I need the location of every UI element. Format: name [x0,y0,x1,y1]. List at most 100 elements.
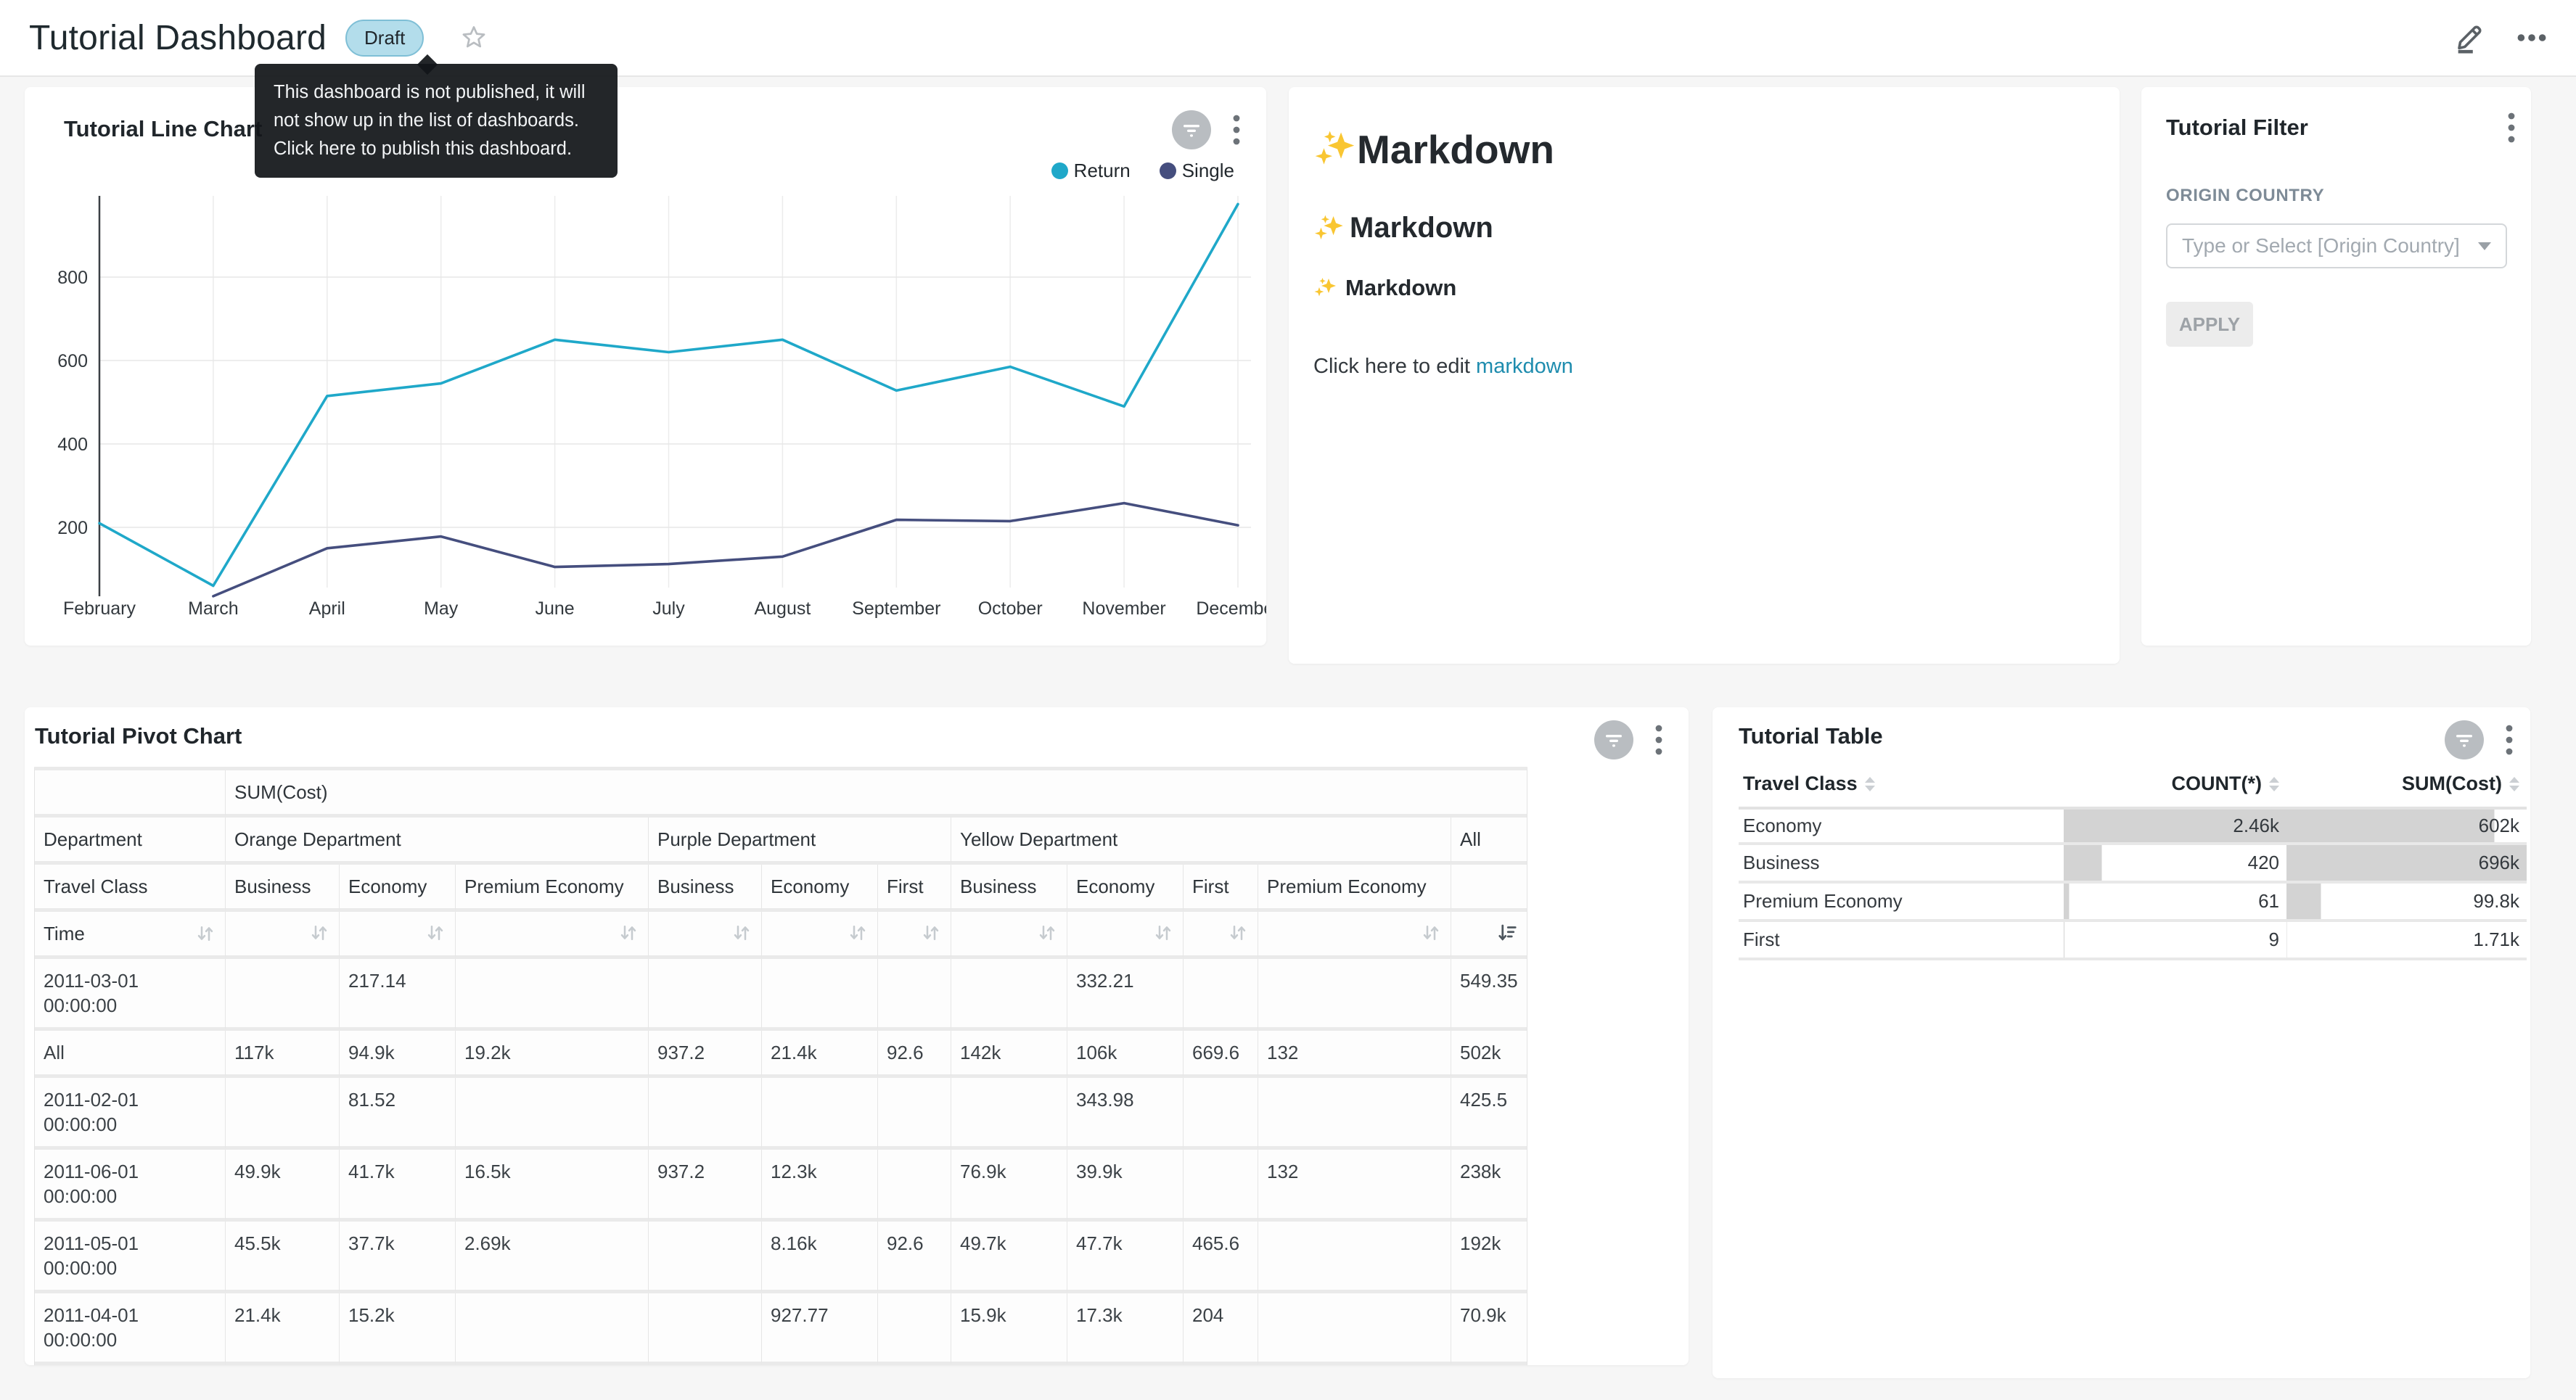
pivot-class-header: Business [951,865,1067,912]
tooltip-line: not show up in the list of dashboards. [274,107,599,135]
pivot-value-cell: 17.3k [1067,1293,1184,1365]
pivot-class-header [1451,865,1527,912]
pivot-value-cell [649,1078,762,1150]
count-cell: 420 [2064,845,2286,884]
pivot-value-cell: 204 [1184,1293,1258,1365]
pivot-value-cell: 465.6 [1184,1222,1258,1293]
pivot-row-header: 2011-02-01 00:00:00 [35,1078,226,1150]
col-header-sum-cost[interactable]: SUM(Cost) [2286,762,2527,807]
filter-card: Tutorial Filter ORIGIN COUNTRY Type or S… [2141,87,2531,646]
pivot-col-sort[interactable] [1067,912,1184,959]
filter-indicator-icon[interactable] [1594,720,1633,759]
more-options-button[interactable] [2515,21,2548,54]
pivot-class-header: First [878,865,951,912]
sort-icon [731,922,752,944]
count-cell: 61 [2064,884,2286,922]
x-axis-label: November [1082,598,1165,619]
x-axis-label: April [309,598,345,619]
pivot-value-cell: 19.2k [456,1031,649,1078]
apply-button[interactable]: APPLY [2166,302,2253,347]
pivot-col-sort[interactable] [226,912,340,959]
count-cell: 9 [2064,922,2286,960]
sort-carets-icon [1865,777,1875,791]
pivot-value-cell [878,1293,951,1365]
sort-icon [194,923,216,944]
pivot-value-cell: 8.16k [762,1222,878,1293]
pivot-col-sort[interactable] [340,912,456,959]
markdown-h1: Markdown [1313,126,2095,173]
origin-country-select[interactable]: Type or Select [Origin Country] [2166,223,2507,268]
pivot-value-cell: 21.4k [762,1031,878,1078]
markdown-card[interactable]: Markdown Markdown Markdown Click here to… [1289,87,2120,664]
pivot-col-sort[interactable] [951,912,1067,959]
status-badge[interactable]: Draft [345,20,424,57]
pivot-row-header: 2011-05-01 00:00:00 [35,1222,226,1293]
markdown-h2: Markdown [1313,212,2095,244]
edit-dashboard-button[interactable] [2453,21,2486,54]
filter-indicator-icon[interactable] [2445,720,2484,759]
pivot-value-cell: 94.9k [340,1031,456,1078]
x-axis-label: July [652,598,685,619]
pivot-value-cell [649,1222,762,1293]
travel-class-cell: Business [1739,845,2064,884]
sort-icon [308,922,330,944]
pivot-value-cell: 238k [1451,1150,1527,1222]
dashboard-page: Tutorial Dashboard Draft This dashboard … [0,0,2576,1400]
publish-tooltip[interactable]: This dashboard is not published, it will… [255,64,618,178]
pivot-class-header: Economy [762,865,878,912]
pivot-row-header: 2011-03-01 00:00:00 [35,959,226,1031]
filter-menu-kebab-icon[interactable] [2506,110,2516,145]
pivot-title: Tutorial Pivot Chart [35,723,242,749]
table-row: Economy2.46k602k [1739,807,2527,845]
sparkles-icon [1313,276,1337,300]
pivot-value-cell: 21.4k [226,1293,340,1365]
sort-icon [1420,922,1442,944]
pivot-col-sort[interactable] [649,912,762,959]
chart-menu-kebab-icon[interactable] [1654,722,1664,757]
chart-menu-kebab-icon[interactable] [2504,722,2514,757]
pivot-value-cell [649,959,762,1031]
pivot-col-sort[interactable] [1184,912,1258,959]
pivot-value-cell [226,1078,340,1150]
pivot-value-cell: 117k [226,1031,340,1078]
pivot-value-cell: 12.3k [762,1150,878,1222]
pivot-group-header: Yellow Department [951,818,1451,865]
table-row: First91.71k [1739,922,2527,960]
filter-title: Tutorial Filter [2166,115,2506,141]
pivot-col-sort[interactable] [456,912,649,959]
pivot-col-sort[interactable] [1451,912,1527,959]
pivot-class-header: Business [649,865,762,912]
pivot-value-cell: 76.9k [951,1150,1067,1222]
pivot-value-cell [1258,1293,1451,1365]
count-cell: 2.46k [2064,807,2286,845]
line-plot[interactable]: 200400600800FebruaryMarchAprilMayJuneJul… [25,87,1266,646]
favorite-star-icon[interactable] [460,24,488,52]
sum-cost-cell: 602k [2286,807,2527,845]
series-line-single[interactable] [213,503,1238,596]
pivot-time-sort[interactable]: Time [35,912,226,959]
pivot-value-cell: 217.14 [340,959,456,1031]
col-header-count[interactable]: COUNT(*) [2064,762,2286,807]
pivot-value-cell [1184,1078,1258,1150]
tooltip-line: Click here to publish this dashboard. [274,135,599,163]
pivot-col-sort[interactable] [1258,912,1451,959]
x-axis-label: October [978,598,1043,619]
pivot-value-cell: 927.77 [762,1293,878,1365]
sum-cost-cell: 1.71k [2286,922,2527,960]
pivot-col-sort[interactable] [762,912,878,959]
table-row: Premium Economy6199.8k [1739,884,2527,922]
svg-text:600: 600 [57,351,88,371]
col-header-travel-class[interactable]: Travel Class [1739,762,2064,807]
svg-text:800: 800 [57,268,88,288]
pivot-value-cell: 45.5k [226,1222,340,1293]
sort-icon [1227,922,1249,944]
pivot-row-header: 2011-04-01 00:00:00 [35,1293,226,1365]
pivot-value-cell: 132 [1258,1150,1451,1222]
pivot-value-cell [951,1078,1067,1150]
sort-desc-icon [1496,922,1518,944]
pivot-value-cell [1258,1222,1451,1293]
pivot-value-cell: 47.7k [1067,1222,1184,1293]
markdown-link[interactable]: markdown [1476,355,1573,378]
pivot-col-sort[interactable] [878,912,951,959]
markdown-paragraph: Click here to edit markdown [1313,355,2095,379]
